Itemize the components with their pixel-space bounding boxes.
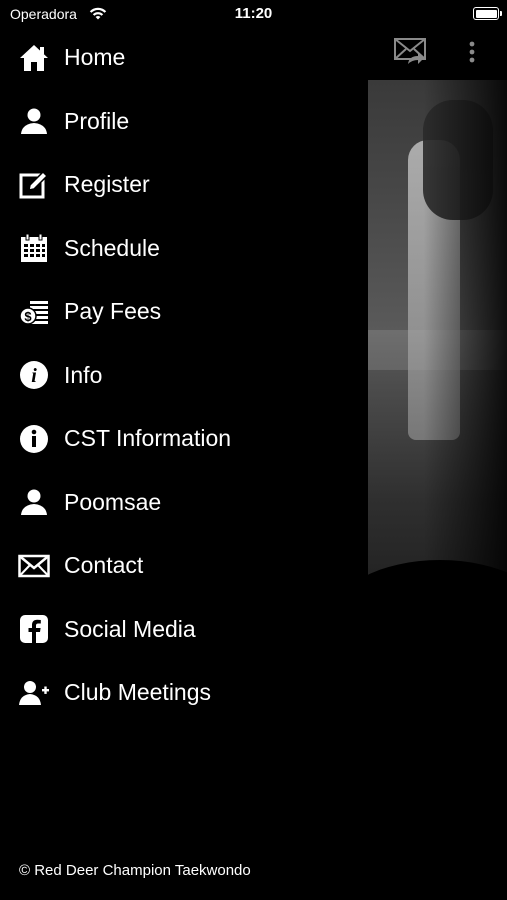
menu-label: Home bbox=[64, 44, 126, 71]
facebook-icon bbox=[18, 613, 50, 645]
info-icon bbox=[18, 423, 50, 455]
menu-item-poomsae[interactable]: Poomsae bbox=[0, 471, 368, 535]
money-icon: $ bbox=[18, 296, 50, 328]
menu-label: Profile bbox=[64, 107, 130, 134]
status-bar: Operadora 11:20 bbox=[0, 0, 507, 30]
envelope-icon bbox=[18, 550, 50, 582]
menu-item-home[interactable]: Home bbox=[0, 26, 368, 90]
menu-item-register[interactable]: Register bbox=[0, 153, 368, 217]
menu-label: Social Media bbox=[64, 615, 196, 642]
background-photo bbox=[368, 80, 507, 640]
menu-label: Register bbox=[64, 171, 150, 198]
status-time: 11:20 bbox=[234, 5, 273, 22]
menu-label: CST Information bbox=[64, 425, 232, 452]
menu-item-pay-fees[interactable]: $ Pay Fees bbox=[0, 280, 368, 344]
info-icon: i bbox=[18, 359, 50, 391]
home-icon bbox=[18, 42, 50, 74]
menu-list: Home Profile Register Schedule $ Pay Fee… bbox=[0, 26, 368, 725]
menu-item-info[interactable]: i Info bbox=[0, 344, 368, 408]
menu-item-schedule[interactable]: Schedule bbox=[0, 217, 368, 281]
menu-label: Info bbox=[64, 361, 103, 388]
mail-forward-icon[interactable] bbox=[394, 36, 426, 66]
menu-item-cst-information[interactable]: CST Information bbox=[0, 407, 368, 471]
menu-item-contact[interactable]: Contact bbox=[0, 534, 368, 598]
menu-label: Schedule bbox=[64, 234, 160, 261]
svg-text:$: $ bbox=[24, 309, 32, 324]
user-icon bbox=[18, 105, 50, 137]
menu-label: Club Meetings bbox=[64, 679, 212, 706]
menu-label: Poomsae bbox=[64, 488, 162, 515]
menu-item-profile[interactable]: Profile bbox=[0, 90, 368, 154]
user-plus-icon bbox=[18, 677, 50, 709]
menu-item-social-media[interactable]: Social Media bbox=[0, 598, 368, 662]
battery-icon bbox=[473, 7, 502, 20]
navigation-drawer: Home Profile Register Schedule $ Pay Fee… bbox=[0, 0, 368, 900]
svg-text:i: i bbox=[31, 365, 37, 387]
copyright-footer: © Red Deer Champion Taekwondo bbox=[19, 862, 251, 879]
calendar-icon bbox=[18, 232, 50, 264]
menu-item-club-meetings[interactable]: Club Meetings bbox=[0, 661, 368, 725]
user-icon bbox=[18, 486, 50, 518]
more-vertical-icon[interactable] bbox=[463, 40, 481, 66]
menu-label: Pay Fees bbox=[64, 298, 162, 325]
menu-label: Contact bbox=[64, 552, 144, 579]
edit-icon bbox=[18, 169, 50, 201]
